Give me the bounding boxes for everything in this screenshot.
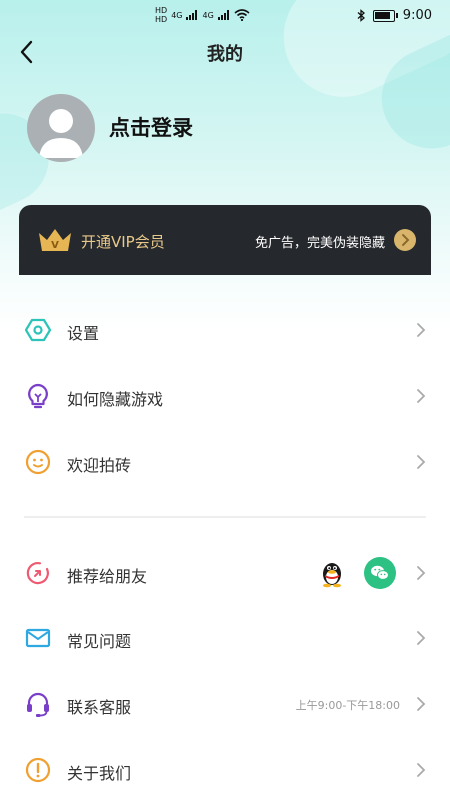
menu-item-label: 推荐给朋友	[67, 567, 148, 586]
wechat-icon	[371, 565, 389, 580]
wechat-share-button[interactable]	[364, 557, 396, 589]
chevron-right-icon	[417, 389, 426, 403]
menu-item-faq[interactable]: 常见问题	[0, 610, 450, 666]
page-title: 我的	[207, 44, 243, 65]
service-hours: 上午9:00-下午18:00	[295, 699, 400, 712]
section-divider	[24, 516, 426, 518]
menu-item-label: 如何隐藏游戏	[67, 390, 164, 409]
menu-item-feedback[interactable]: 欢迎拍砖	[0, 434, 450, 490]
chevron-right-icon	[417, 566, 426, 580]
chevron-right-icon	[417, 455, 426, 469]
menu-item-recommend[interactable]: 推荐给朋友	[0, 545, 450, 601]
menu-item-label: 联系客服	[67, 698, 132, 717]
chevron-right-icon	[417, 763, 426, 777]
signal-label: 4G	[171, 10, 183, 20]
chevron-right-icon	[417, 323, 426, 337]
mail-icon	[25, 628, 51, 648]
smile-icon	[25, 449, 51, 475]
qq-icon[interactable]	[318, 558, 346, 588]
battery-icon	[372, 9, 398, 22]
menu-item-label: 设置	[67, 324, 100, 343]
avatar[interactable]	[27, 94, 95, 162]
network-indicators: HD HD 4G 4G	[155, 6, 250, 24]
vip-description: 免广告，完美伪装隐藏	[254, 236, 385, 251]
menu-item-settings[interactable]: 设置	[0, 302, 450, 358]
menu-item-label: 常见问题	[67, 632, 132, 651]
menu-item-about[interactable]: 关于我们	[0, 742, 450, 798]
chevron-right-icon	[402, 234, 410, 246]
lightbulb-icon	[28, 383, 48, 409]
share-icon	[26, 561, 49, 585]
user-placeholder-icon	[39, 109, 83, 158]
settings-icon	[25, 318, 51, 342]
menu-item-label: 欢迎拍砖	[67, 456, 132, 475]
menu-item-label: 关于我们	[67, 764, 132, 783]
chevron-right-icon	[417, 631, 426, 645]
info-icon	[25, 757, 51, 783]
vip-go-button[interactable]	[394, 229, 416, 251]
system-indicators: 9:00	[357, 8, 432, 23]
nav-bar: 我的	[0, 32, 450, 72]
network-label: HD	[155, 6, 168, 15]
bluetooth-icon	[357, 9, 365, 22]
svg-text:V: V	[51, 240, 59, 251]
signal-icon	[186, 10, 198, 20]
network-label: HD	[155, 15, 168, 24]
vip-banner[interactable]: V 开通VIP会员 免广告，完美伪装隐藏	[19, 205, 431, 275]
status-bar: HD HD 4G 4G 9:00	[0, 0, 450, 32]
status-time: 9:00	[402, 8, 432, 23]
login-link[interactable]: 点击登录	[109, 112, 193, 142]
headset-icon	[27, 692, 49, 717]
signal-icon	[217, 10, 229, 20]
menu-item-hide-game[interactable]: 如何隐藏游戏	[0, 368, 450, 424]
crown-icon: V	[39, 229, 71, 251]
signal-label: 4G	[202, 10, 214, 20]
chevron-right-icon	[417, 697, 426, 711]
wifi-icon	[234, 9, 250, 21]
menu-item-customer-service[interactable]: 联系客服 上午9:00-下午18:00	[0, 676, 450, 732]
vip-title: 开通VIP会员	[81, 233, 165, 251]
